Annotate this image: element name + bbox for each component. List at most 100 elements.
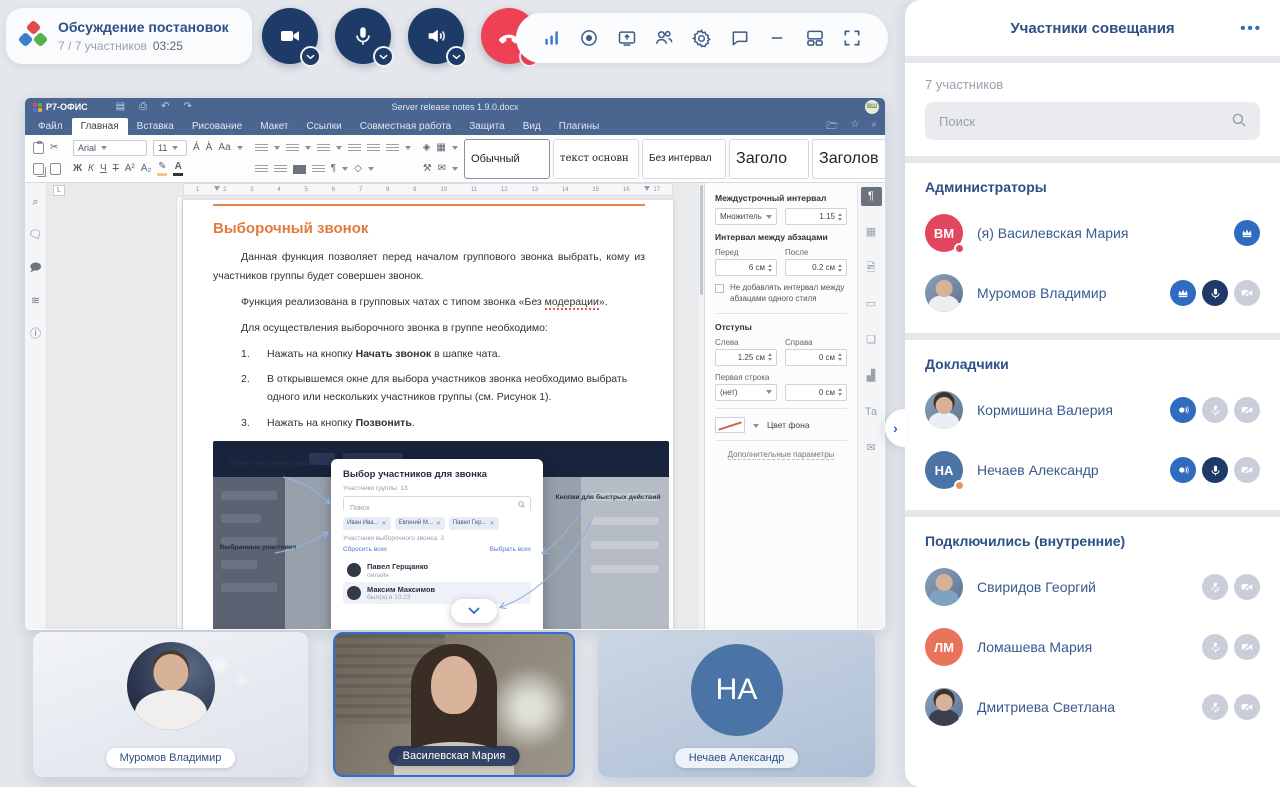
increase-font-icon[interactable]: А́ — [193, 143, 200, 153]
justify-icon[interactable] — [312, 165, 325, 174]
superscript-button[interactable]: А² — [125, 164, 135, 174]
more-options-icon[interactable]: ••• — [1240, 20, 1262, 37]
style-no-spacing[interactable]: Без интервал — [642, 139, 726, 179]
chat-icon[interactable] — [728, 26, 752, 50]
numbered-list-icon[interactable] — [286, 144, 299, 153]
tab-collaboration[interactable]: Совместная работа — [351, 118, 461, 135]
bullet-list-icon[interactable] — [255, 144, 268, 153]
participants-search-input[interactable] — [925, 102, 1260, 140]
participant-row[interactable]: Кормишина Валерия — [925, 388, 1260, 432]
navigation-icon[interactable]: ≋ — [31, 296, 40, 307]
spacing-after-input[interactable]: 0.2 см — [785, 259, 847, 276]
account-avatar[interactable]: ВШ — [865, 100, 879, 114]
indent-marker[interactable] — [214, 186, 220, 191]
vertical-ruler[interactable] — [176, 196, 183, 629]
align-right-icon[interactable] — [293, 165, 306, 174]
open-location-icon[interactable]: 🗁 — [826, 119, 838, 136]
save-icon[interactable]: ▤ — [116, 98, 125, 116]
camera-options-button[interactable] — [300, 46, 321, 67]
minimize-icon[interactable] — [765, 26, 789, 50]
tab-file[interactable]: Файл — [29, 118, 72, 135]
selected-chip[interactable]: Павел Гер...✕ — [449, 517, 499, 530]
video-tile-vasilevskaya-active[interactable]: Василевская Мария — [333, 632, 575, 777]
line-spacing-value-input[interactable]: 1.15 — [785, 208, 847, 225]
speaker-badge-icon[interactable] — [1170, 397, 1196, 423]
highlight-color-button[interactable]: ✎ — [157, 162, 167, 176]
participant-row[interactable]: НА Нечаев Александр — [925, 448, 1260, 492]
indent-right-input[interactable]: 0 см — [785, 349, 847, 366]
cam-off-icon[interactable] — [1234, 574, 1260, 600]
selected-chip[interactable]: Евгений М...✕ — [395, 517, 445, 530]
first-line-mode-select[interactable]: (нет) — [715, 384, 777, 401]
participant-row[interactable]: ВМ (я) Василевская Мария — [925, 211, 1260, 255]
first-line-value-input[interactable]: 0 см — [785, 384, 847, 401]
document-page[interactable]: Выборочный звонок Данная функция позволя… — [183, 200, 673, 629]
textart-settings-icon[interactable]: Та — [861, 403, 882, 422]
speaker-badge-icon[interactable] — [1170, 457, 1196, 483]
bold-button[interactable]: Ж — [73, 164, 82, 174]
settings-icon[interactable] — [690, 26, 714, 50]
document-scrollbar[interactable] — [699, 183, 704, 629]
mic-off-icon[interactable] — [1202, 574, 1228, 600]
cam-off-icon[interactable] — [1234, 694, 1260, 720]
ruler-units-box[interactable]: L — [53, 185, 65, 196]
tab-draw[interactable]: Рисование — [183, 118, 251, 135]
indent-left-input[interactable]: 1.25 см — [715, 349, 777, 366]
align-center-icon[interactable] — [274, 165, 287, 174]
header-footer-settings-icon[interactable]: ▭ — [861, 295, 882, 314]
undo-icon[interactable]: ↶ — [161, 98, 169, 116]
modal-search-input[interactable] — [344, 501, 530, 515]
increase-indent-icon[interactable] — [367, 144, 380, 153]
cam-off-icon[interactable] — [1234, 280, 1260, 306]
mic-off-icon[interactable] — [1202, 634, 1228, 660]
underline-button[interactable]: Ч — [100, 164, 107, 174]
select-all-icon[interactable] — [50, 163, 61, 175]
comments-icon[interactable]: 🗨 — [29, 230, 43, 241]
clear-style-icon[interactable]: ◈ — [423, 143, 431, 153]
cam-off-icon[interactable] — [1234, 397, 1260, 423]
mail-merge-icon[interactable]: ✉ — [438, 164, 446, 174]
advanced-settings-link[interactable]: Дополнительные параметры — [728, 450, 835, 460]
print-icon[interactable]: ⎙ — [139, 98, 147, 116]
participant-row[interactable]: Свиридов Георгий — [925, 565, 1260, 609]
microphone-options-button[interactable] — [373, 46, 394, 67]
screen-share-icon[interactable] — [615, 26, 639, 50]
about-icon[interactable]: ⓘ — [30, 329, 41, 340]
mic-off-icon[interactable] — [1202, 694, 1228, 720]
tab-references[interactable]: Ссылки — [298, 118, 351, 135]
decrease-font-icon[interactable]: А̀ — [206, 143, 213, 153]
chart-settings-icon[interactable]: ▟ — [861, 367, 882, 386]
horizontal-ruler[interactable]: 1234567891011121314151617 — [183, 183, 673, 196]
no-interval-checkbox[interactable] — [715, 284, 724, 293]
cam-off-icon[interactable] — [1234, 457, 1260, 483]
right-margin-marker[interactable] — [644, 186, 650, 191]
panel-collapse-button[interactable]: › — [885, 409, 906, 447]
tab-view[interactable]: Вид — [514, 118, 550, 135]
tab-layout[interactable]: Макет — [251, 118, 297, 135]
document-canvas[interactable]: L 1234567891011121314151617 Выборочный з… — [47, 183, 699, 629]
tab-insert[interactable]: Вставка — [128, 118, 183, 135]
person-row[interactable]: Павел Герщанкоонлайн — [343, 559, 531, 582]
change-case-icon[interactable]: Аа — [218, 143, 230, 153]
selected-chip[interactable]: Иван Ива...✕ — [343, 517, 391, 530]
video-tile-nechaev[interactable]: НА Нечаев Александр — [598, 632, 875, 777]
paste-icon[interactable] — [33, 142, 44, 154]
style-normal[interactable]: Обычный — [464, 139, 550, 179]
redo-icon[interactable]: ↷ — [184, 98, 192, 116]
shape-settings-icon[interactable]: ❏ — [861, 331, 882, 350]
participants-icon[interactable] — [652, 26, 676, 50]
style-body-text[interactable]: текст основн — [553, 139, 639, 179]
find-icon[interactable]: ⌕ — [32, 197, 38, 208]
mic-on-icon[interactable] — [1202, 280, 1228, 306]
cam-off-icon[interactable] — [1234, 634, 1260, 660]
nonprinting-chars-icon[interactable]: ¶ — [331, 164, 336, 174]
line-spacing-icon[interactable] — [386, 144, 399, 153]
tab-home[interactable]: Главная — [72, 118, 128, 135]
cut-icon[interactable]: ✂ — [50, 143, 58, 153]
align-left-icon[interactable] — [255, 165, 268, 174]
table-settings-icon[interactable]: ▦ — [861, 223, 882, 242]
style-heading2[interactable]: Заголов — [812, 139, 885, 179]
mic-on-icon[interactable] — [1202, 457, 1228, 483]
layout-icon[interactable] — [803, 26, 827, 50]
font-color-button[interactable]: А — [173, 162, 183, 176]
